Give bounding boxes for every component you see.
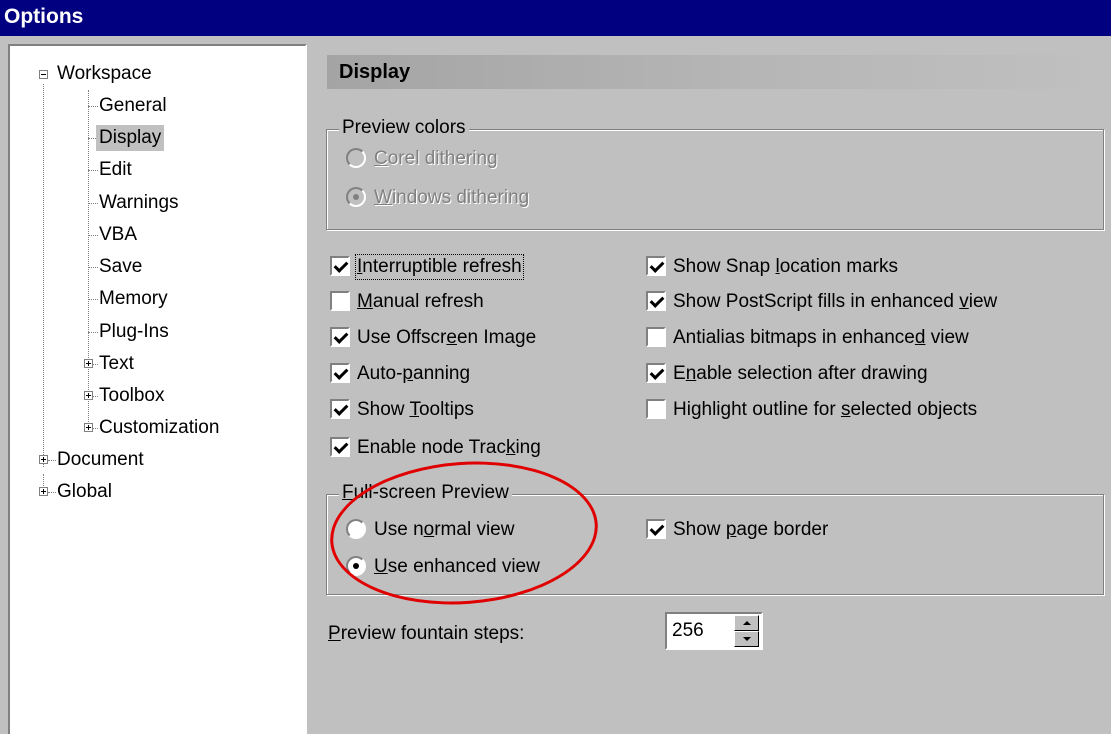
checkbox-label: Auto-panning bbox=[357, 363, 471, 384]
checkbox-box bbox=[330, 399, 350, 419]
tree-item-label: Save bbox=[99, 256, 143, 277]
spin-down-icon[interactable] bbox=[734, 631, 759, 647]
checkbox-label: Interruptible refresh bbox=[355, 254, 524, 280]
radio-label: Windows dithering bbox=[374, 187, 530, 208]
tree-item-label: Toolbox bbox=[99, 385, 165, 406]
category-tree[interactable]: Workspace General Display Edit Warnings … bbox=[8, 44, 307, 734]
fountain-steps-value: 256 bbox=[672, 620, 704, 641]
expand-icon[interactable] bbox=[84, 391, 93, 400]
checkbox-box bbox=[330, 256, 350, 276]
tree-item-text[interactable]: Text bbox=[96, 351, 137, 377]
title-bar: Options bbox=[0, 0, 1111, 36]
window-title: Options bbox=[4, 5, 84, 28]
preview-colors-legend: Preview colors bbox=[339, 117, 469, 139]
radio-label: Corel dithering bbox=[374, 148, 498, 169]
tree-item-label: Text bbox=[99, 353, 134, 374]
checkbox-box bbox=[330, 327, 350, 347]
checkbox-label: Show PostScript fills in enhanced view bbox=[673, 291, 998, 312]
tree-connector bbox=[43, 84, 44, 467]
preview-colors-group bbox=[326, 129, 1104, 230]
tree-item-label: VBA bbox=[99, 224, 138, 245]
tree-item-vba[interactable]: VBA bbox=[96, 222, 140, 248]
tree-item-toolbox[interactable]: Toolbox bbox=[96, 383, 168, 409]
tree-connector bbox=[88, 90, 89, 430]
tree-item-label: Workspace bbox=[57, 63, 152, 84]
expand-icon[interactable] bbox=[84, 423, 93, 432]
checkbox-box bbox=[330, 363, 350, 383]
expand-icon[interactable] bbox=[84, 359, 93, 368]
expand-icon[interactable] bbox=[39, 487, 48, 496]
tree-item-document[interactable]: Document bbox=[54, 447, 147, 473]
tree-item-label: Customization bbox=[99, 417, 220, 438]
checkbox-label: Show page border bbox=[673, 519, 829, 540]
checkbox-label: Antialias bitmaps in enhanced view bbox=[673, 327, 969, 348]
tree-item-label: Plug-Ins bbox=[99, 321, 169, 342]
fountain-steps-spinbox[interactable]: 256 bbox=[665, 612, 763, 650]
checkbox-box bbox=[646, 256, 666, 276]
tree-item-label: General bbox=[99, 95, 167, 116]
checkbox-box bbox=[646, 291, 666, 311]
checkbox-label: Show Snap location marks bbox=[673, 256, 898, 277]
tree-item-general[interactable]: General bbox=[96, 93, 170, 119]
panel-title: Display bbox=[339, 61, 411, 83]
checkbox-label: Highlight outline for selected objects bbox=[673, 399, 978, 420]
tree-item-customization[interactable]: Customization bbox=[96, 415, 222, 441]
checkbox-box bbox=[646, 327, 666, 347]
tree-item-label: Memory bbox=[99, 288, 168, 309]
tree-item-label: Edit bbox=[99, 159, 132, 180]
radio-circle bbox=[346, 187, 366, 207]
checkbox-label: Manual refresh bbox=[357, 291, 484, 312]
checkbox-label: Use Offscreen Image bbox=[357, 327, 537, 348]
collapse-icon[interactable] bbox=[39, 70, 48, 79]
checkbox-box bbox=[330, 437, 350, 457]
radio-circle bbox=[346, 148, 366, 168]
tree-item-label: Display bbox=[96, 125, 165, 151]
checkbox-box bbox=[646, 519, 666, 539]
tree-item-save[interactable]: Save bbox=[96, 254, 145, 280]
tree-item-workspace[interactable]: Workspace bbox=[54, 61, 155, 87]
panel-header: Display bbox=[327, 55, 1103, 89]
tree-item-label: Warnings bbox=[99, 192, 179, 213]
checkbox-box bbox=[646, 363, 666, 383]
spin-up-icon[interactable] bbox=[734, 615, 759, 631]
tree-item-edit[interactable]: Edit bbox=[96, 157, 135, 183]
checkbox-box bbox=[330, 291, 350, 311]
checkbox-box bbox=[646, 399, 666, 419]
checkbox-label: Enable selection after drawing bbox=[673, 363, 928, 384]
tree-item-plugins[interactable]: Plug-Ins bbox=[96, 319, 172, 345]
tree-item-display[interactable]: Display bbox=[96, 125, 165, 151]
expand-icon[interactable] bbox=[39, 455, 48, 464]
tree-item-warnings[interactable]: Warnings bbox=[96, 190, 182, 216]
checkbox-label: Enable node Tracking bbox=[357, 437, 541, 458]
tree-item-label: Global bbox=[57, 481, 112, 502]
tree-item-global[interactable]: Global bbox=[54, 479, 115, 505]
tree-item-memory[interactable]: Memory bbox=[96, 286, 171, 312]
fountain-steps-label: Preview fountain steps: bbox=[328, 623, 525, 644]
checkbox-label: Show Tooltips bbox=[357, 399, 474, 420]
tree-item-label: Document bbox=[57, 449, 144, 470]
